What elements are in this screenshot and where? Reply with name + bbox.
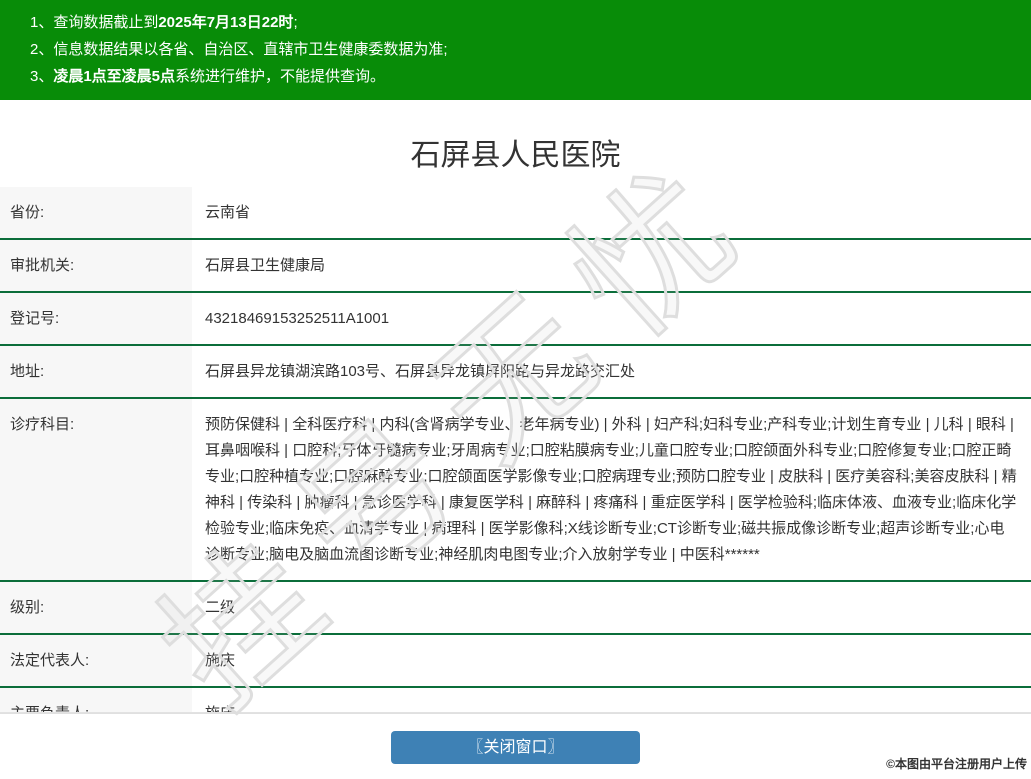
notice-3-bold: 凌晨1点至凌晨5点 <box>53 68 176 85</box>
field-label: 主要负责人: <box>0 688 192 712</box>
notice-line-3: 3、凌晨1点至凌晨5点系统进行维护，不能提供查询。 <box>30 63 1011 90</box>
table-row-level: 级别: 二级 <box>0 582 1031 635</box>
field-label: 级别: <box>0 582 192 633</box>
notice-line-2: 2、信息数据结果以各省、自治区、直辖市卫生健康委数据为准; <box>30 36 1011 63</box>
notice-line-1: 1、查询数据截止到2025年7月13日22时; <box>30 9 1011 36</box>
table-row-departments: 诊疗科目: 预防保健科 | 全科医疗科 | 内科(含肾病学专业、老年病专业) |… <box>0 399 1031 582</box>
notice-banner: 1、查询数据截止到2025年7月13日22时; 2、信息数据结果以各省、自治区、… <box>0 0 1031 100</box>
notice-2-text: 2、信息数据结果以各省、自治区、直辖市卫生健康委数据为准; <box>30 41 448 58</box>
footer: 〖关闭窗口〗 ©本图由平台注册用户上传 <box>0 713 1031 775</box>
table-row-registration-number: 登记号: 43218469153252511A1001 <box>0 293 1031 346</box>
field-label: 法定代表人: <box>0 635 192 686</box>
field-value: 施庆 <box>192 688 1031 712</box>
field-value: 二级 <box>192 582 1031 633</box>
table-row-principal: 主要负责人: 施庆 <box>0 688 1031 712</box>
close-window-button[interactable]: 〖关闭窗口〗 <box>391 731 640 764</box>
field-value: 43218469153252511A1001 <box>192 293 1031 344</box>
field-value: 预防保健科 | 全科医疗科 | 内科(含肾病学专业、老年病专业) | 外科 | … <box>192 399 1031 580</box>
hospital-info-table: 省份: 云南省 审批机关: 石屏县卫生健康局 登记号: 432184691532… <box>0 187 1031 713</box>
notice-1-text: 1、查询数据截止到 <box>30 14 159 31</box>
table-row-approval-authority: 审批机关: 石屏县卫生健康局 <box>0 240 1031 293</box>
field-label: 登记号: <box>0 293 192 344</box>
field-label: 诊疗科目: <box>0 399 192 580</box>
field-value: 石屏县卫生健康局 <box>192 240 1031 291</box>
table-row-address: 地址: 石屏县异龙镇湖滨路103号、石屏县异龙镇屏阳路与异龙路交汇处 <box>0 346 1031 399</box>
table-row-legal-representative: 法定代表人: 施庆 <box>0 635 1031 688</box>
table-row-province: 省份: 云南省 <box>0 187 1031 240</box>
page-title: 石屏县人民医院 <box>410 139 621 172</box>
notice-1-bold: 2025年7月13日22时 <box>158 14 294 31</box>
field-label: 省份: <box>0 187 192 238</box>
notice-3-tail: 系统进行维护，不能提供查询。 <box>175 68 386 85</box>
field-label: 审批机关: <box>0 240 192 291</box>
field-label: 地址: <box>0 346 192 397</box>
field-value: 云南省 <box>192 187 1031 238</box>
field-value: 施庆 <box>192 635 1031 686</box>
notice-1-tail: ; <box>293 14 298 31</box>
copyright-note: ©本图由平台注册用户上传 <box>886 757 1027 771</box>
notice-3-text: 3、 <box>30 68 54 85</box>
field-value: 石屏县异龙镇湖滨路103号、石屏县异龙镇屏阳路与异龙路交汇处 <box>192 346 1031 397</box>
